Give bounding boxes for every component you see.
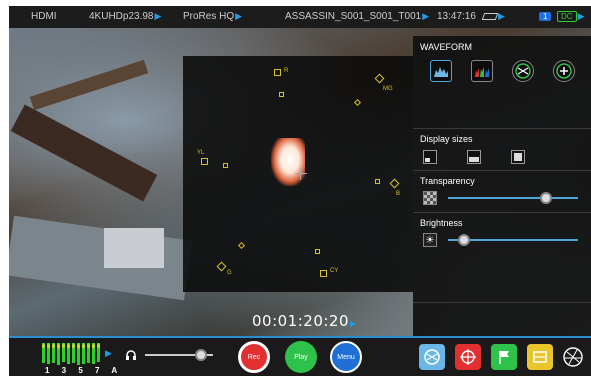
target-label: CY	[330, 268, 339, 274]
divider	[413, 170, 591, 171]
waveform-title: WAVEFORM	[420, 42, 472, 52]
transparency-slider-knob[interactable]	[539, 192, 552, 204]
luma-waveform-button[interactable]	[430, 60, 452, 82]
brightness-icon: ☀	[423, 233, 437, 247]
play-button[interactable]: Play	[285, 341, 317, 373]
exposure-icon	[563, 347, 583, 367]
cooler-box	[104, 228, 164, 268]
scope-tool-icon	[424, 349, 440, 365]
chevron-right-icon: ▶	[422, 11, 430, 21]
boat-plank	[29, 59, 149, 111]
chevron-right-icon: ▶	[154, 11, 162, 21]
target-box-mg	[374, 73, 385, 84]
transparency-title: Transparency	[420, 176, 475, 186]
size-large-button[interactable]	[511, 150, 525, 164]
menu-label: Menu	[337, 353, 355, 361]
target-box-r	[274, 69, 281, 76]
flag-icon	[499, 351, 509, 364]
luma-waveform-icon	[434, 67, 448, 77]
large-size-icon	[514, 153, 522, 161]
target-label: B	[396, 191, 401, 197]
chevron-right-icon: ▶	[577, 11, 585, 21]
size-small-button[interactable]	[423, 150, 437, 164]
rgb-parade-button[interactable]	[471, 60, 493, 82]
medium-size-icon	[469, 157, 479, 162]
scope-settings-panel: WAVEFORM Display sizes Transparency Brig…	[413, 36, 591, 336]
display-sizes-title: Display sizes	[420, 134, 473, 144]
size-medium-button[interactable]	[467, 150, 481, 164]
record-label: Rec	[247, 353, 261, 361]
timecode-display[interactable]: 00:01:20:20▶	[252, 312, 357, 330]
target-box-inner	[279, 92, 284, 97]
time-remaining: 13:47:16	[437, 11, 476, 22]
play-label: Play	[294, 353, 308, 361]
focus-peaking-button[interactable]	[455, 344, 481, 370]
target-box-g	[216, 261, 227, 272]
small-size-icon	[425, 158, 430, 162]
flag-button[interactable]	[491, 344, 517, 370]
vectorscope-icon	[515, 63, 531, 79]
focus-peaking-icon	[460, 349, 476, 365]
record-count-badge: 1	[539, 11, 552, 22]
chevron-right-icon: ▶	[235, 11, 243, 21]
audio-meters[interactable]	[42, 343, 102, 365]
menu-button[interactable]: Menu	[330, 341, 362, 373]
chevron-right-icon: ▶	[105, 348, 112, 358]
target-box-inner	[237, 241, 246, 250]
clip-name[interactable]: ASSASSIN_S001_S001_T001▶	[285, 11, 429, 22]
transparency-icon	[423, 191, 437, 205]
volume-slider-knob[interactable]	[194, 349, 207, 361]
zebra-icon	[533, 351, 547, 363]
input-source[interactable]: HDMI	[31, 11, 57, 22]
monitor-screen: HDMI 4KUHDp23.98▶ ProRes HQ▶ ASSASSIN_S0…	[9, 6, 591, 376]
boat-plank	[10, 104, 158, 202]
brightness-slider-knob[interactable]	[457, 234, 470, 246]
divider	[413, 128, 591, 129]
divider	[413, 212, 591, 213]
target-box-inner	[375, 179, 380, 184]
vectorscope-overlay: R MG YL B G CY	[183, 56, 413, 292]
scope-tool-button[interactable]	[419, 344, 445, 370]
power-source-badge[interactable]: DC ▶	[557, 11, 584, 22]
target-label: YL	[197, 150, 205, 156]
divider	[413, 302, 591, 303]
exposure-button[interactable]	[561, 346, 585, 373]
chevron-right-icon: ▶	[498, 11, 505, 21]
rgb-parade-icon	[475, 67, 489, 77]
target-label: MG	[383, 86, 393, 92]
bottom-toolbar: ▶ 1 3 5 7 A Rec Play Menu	[9, 336, 591, 376]
record-button[interactable]: Rec	[238, 341, 270, 373]
crosshair-icon	[295, 168, 307, 180]
brightness-title: Brightness	[420, 218, 463, 228]
target-label: R	[284, 68, 289, 74]
target-box-inner	[223, 163, 228, 168]
zebra-button[interactable]	[527, 344, 553, 370]
battery-icon[interactable]: ▶	[481, 11, 505, 22]
vectorscope-button[interactable]	[512, 60, 534, 82]
add-scope-button[interactable]	[553, 60, 575, 82]
chevron-right-icon: ▶	[350, 319, 357, 328]
target-label: G	[227, 270, 232, 276]
target-box-b	[389, 178, 400, 189]
video-format[interactable]: 4KUHDp23.98▶	[89, 11, 161, 22]
target-box-yl	[201, 158, 208, 165]
codec-selector[interactable]: ProRes HQ▶	[183, 11, 242, 22]
target-box-cy	[320, 270, 327, 277]
status-bar: HDMI 4KUHDp23.98▶ ProRes HQ▶ ASSASSIN_S0…	[9, 6, 591, 28]
target-box-inner	[315, 249, 320, 254]
add-scope-icon	[556, 63, 572, 79]
transparency-slider[interactable]	[448, 197, 578, 199]
target-box-inner	[353, 98, 362, 107]
boat-hull	[9, 215, 193, 301]
meter-channel-labels: 1 3 5 7 A	[45, 366, 123, 375]
headphone-icon[interactable]	[125, 349, 137, 361]
